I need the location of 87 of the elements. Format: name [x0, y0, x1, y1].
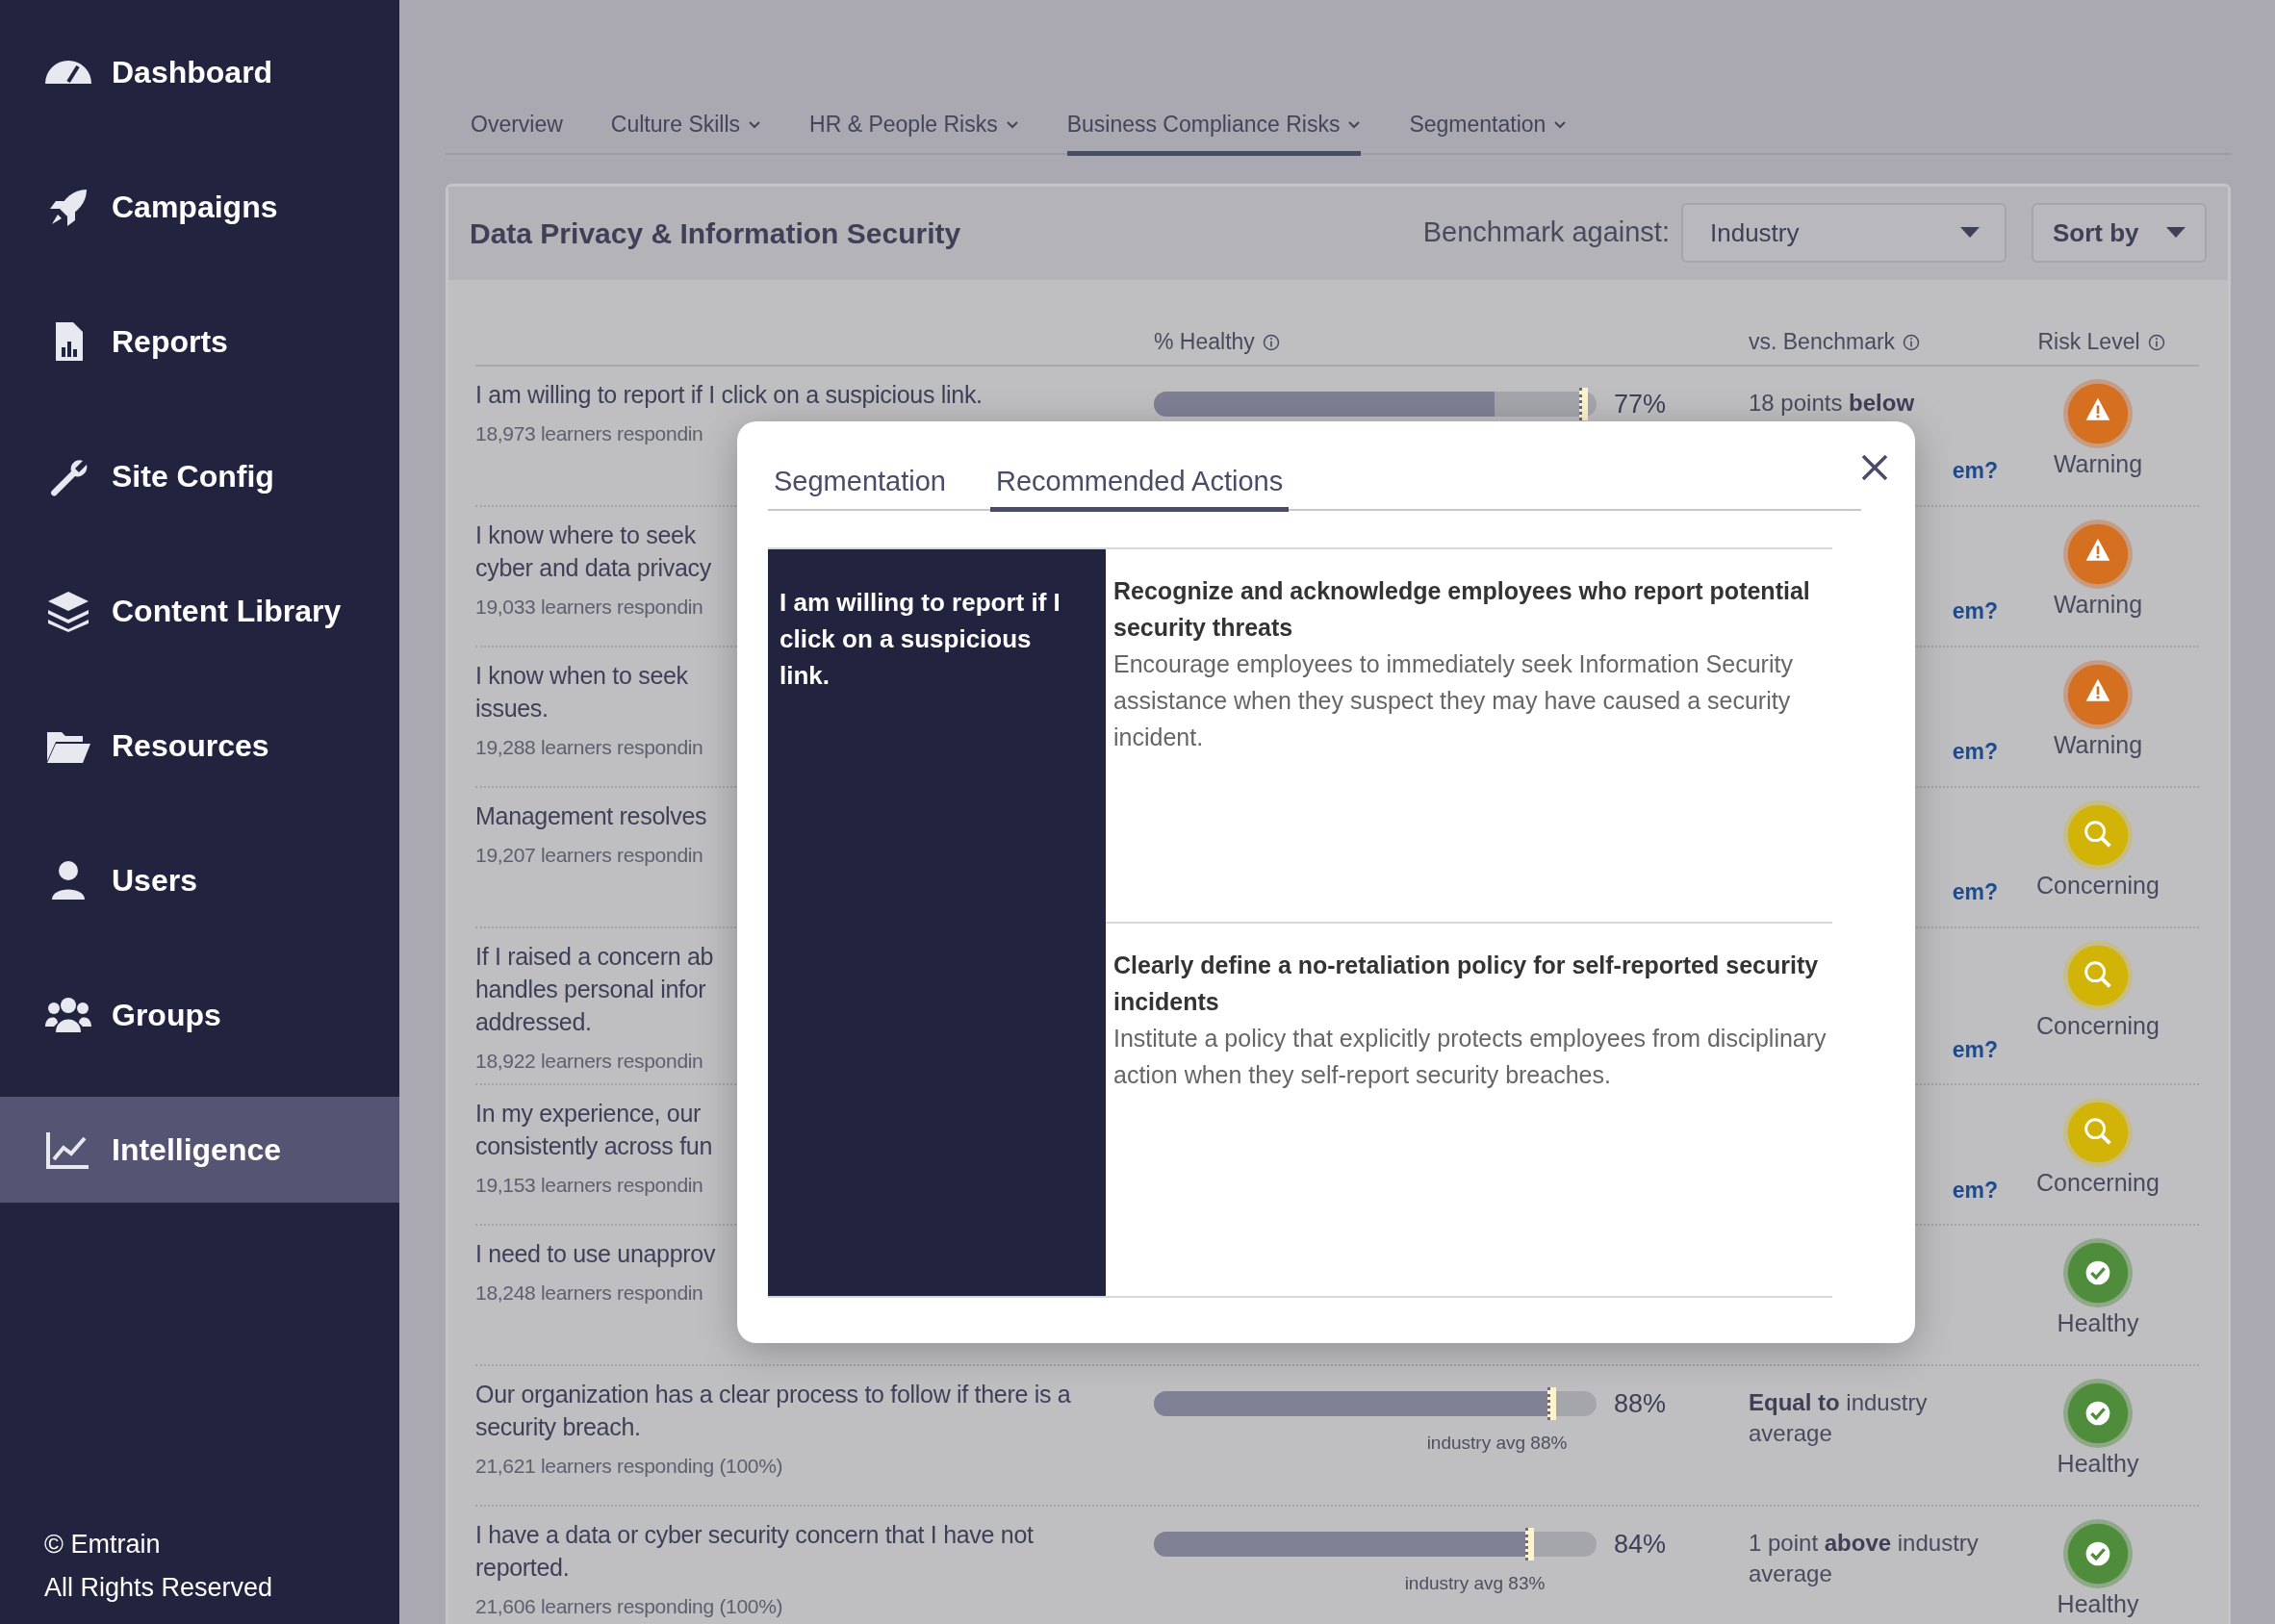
close-icon — [1860, 453, 1889, 482]
magnifier-icon — [2062, 1097, 2134, 1168]
benchmark-label: Benchmark against: — [1422, 216, 1670, 250]
problem-link[interactable]: em? — [1952, 595, 2002, 628]
statement-cell: I am willing to report if I click on a suspicious link. — [768, 548, 1106, 1296]
percent-value: 88% — [1614, 1391, 1667, 1416]
responding-count: 19,153 learners respondin — [475, 1173, 703, 1198]
question-text: I know where to seek cyber and data privacy — [475, 520, 711, 583]
warning-icon — [2062, 658, 2134, 730]
percent-value: 77% — [1614, 391, 1667, 417]
nav-tab[interactable]: Business Compliance Risks — [1066, 108, 1362, 156]
industry-average-label: industry avg 88% — [1426, 1432, 1568, 1455]
nav-tab[interactable]: Overview — [471, 108, 563, 156]
sidebar-item[interactable]: Intelligence — [0, 1097, 399, 1203]
sidebar-item[interactable]: Users — [0, 827, 399, 933]
risk-level-label: Warning — [2053, 589, 2143, 619]
responding-count: 21,621 learners responding (100%) — [475, 1454, 783, 1479]
benchmark-text: 1 point above industry average — [1749, 1529, 1980, 1588]
problem-link[interactable]: em? — [1952, 1032, 2002, 1066]
responding-count: 19,207 learners respondin — [475, 842, 703, 868]
question-text: In my experience, our consistently across fun — [475, 1099, 712, 1161]
action-title: Clearly define a no-retaliation policy for self-reported security incidents — [1113, 950, 1820, 1017]
responding-count: 18,973 learners respondin — [475, 420, 703, 446]
nav-tab[interactable]: Segmentation — [1409, 108, 1568, 156]
responding-count: 19,033 learners respondin — [475, 594, 703, 620]
industry-average-label: industry avg 83% — [1404, 1572, 1546, 1595]
action-description: Encourage employees to immediately seek Information Security assistance when they suspect they may have caused a security incident. — [1113, 648, 1794, 752]
sidebar-item[interactable]: Content Library — [0, 558, 399, 664]
benchmark-select[interactable]: Industry — [1681, 203, 2007, 263]
risk-level-label: Warning — [2053, 448, 2143, 478]
info-icon — [1262, 333, 1280, 351]
magnifier-icon — [2062, 939, 2134, 1011]
risk-level-label: Concerning — [2036, 870, 2160, 900]
info-icon — [2147, 333, 2165, 351]
risk-level-label: Concerning — [2036, 1168, 2160, 1197]
question-text: If I raised a concern ab handles personal infor addressed. — [475, 941, 714, 1037]
responding-count: 18,922 learners respondin — [475, 1048, 703, 1074]
benchmark-text: 18 points below — [1749, 388, 1916, 418]
problem-link[interactable]: em? — [1952, 454, 2002, 488]
caret-icon — [1960, 227, 1980, 239]
question-text: I have a data or cyber security concern that I have not reported. — [475, 1520, 1034, 1583]
question-text: I am willing to report if I click on a suspicious link. — [475, 379, 983, 410]
nav-tab[interactable]: HR & People Risks — [809, 108, 1019, 156]
sidebar-item[interactable]: Resources — [0, 693, 399, 799]
action-description: Institute a policy that explicitly protects employees from disciplinary action when they self-report security breaches. — [1113, 1023, 1828, 1090]
risk-level-label: Concerning — [2036, 1010, 2160, 1040]
modal-tab[interactable]: Recommended Actions — [989, 460, 1290, 512]
magnifier-icon — [2062, 799, 2134, 871]
responding-count: 19,288 learners respondin — [475, 734, 703, 760]
column-header: vs. Benchmark — [1749, 328, 1896, 357]
question-text: I need to use unapprov — [475, 1239, 716, 1269]
question-text: I know when to seek issues. — [475, 660, 688, 723]
sidebar-item[interactable]: Campaigns — [0, 154, 399, 260]
problem-link[interactable]: em? — [1952, 735, 2002, 769]
percent-value: 84% — [1614, 1532, 1667, 1557]
footer-text: © Emtrain — [43, 1529, 162, 1561]
risk-level-label: Healthy — [2057, 1449, 2139, 1478]
responding-count: 18,248 learners respondin — [475, 1281, 703, 1306]
card-title: Data Privacy & Information Security — [470, 216, 961, 251]
caret-icon — [2166, 227, 2186, 239]
problem-link[interactable]: em? — [1952, 1173, 2002, 1206]
sort-button[interactable]: Sort by — [2032, 203, 2207, 263]
risk-level-label: Warning — [2053, 729, 2143, 759]
question-text: Our organization has a clear process to follow if there is a security breach. — [475, 1380, 1071, 1442]
risk-level-label: Healthy — [2057, 1308, 2139, 1337]
modal-tab[interactable]: Segmentation — [768, 460, 952, 512]
responding-count: 21,606 learners responding (100%) — [475, 1594, 783, 1619]
warning-icon — [2062, 377, 2134, 449]
sidebar-item[interactable]: Groups — [0, 962, 399, 1068]
info-icon — [1903, 333, 1921, 351]
check-circle-icon — [2062, 1518, 2134, 1589]
risk-level-label: Healthy — [2057, 1589, 2139, 1618]
check-circle-icon — [2062, 1378, 2134, 1449]
action-title: Recognize and acknowledge employees who report potential security threats — [1113, 575, 1811, 643]
nav-tab[interactable]: Culture Skills — [610, 108, 762, 156]
check-circle-icon — [2062, 1237, 2134, 1308]
column-header: Risk Level — [2037, 328, 2140, 357]
gauge-icon — [44, 61, 92, 84]
question-text: Management resolves — [475, 800, 707, 831]
sidebar-item[interactable]: Dashboard — [0, 19, 399, 125]
column-header: % Healthy — [1154, 328, 1255, 357]
benchmark-text: Equal to industry average — [1749, 1388, 1929, 1448]
footer-text: All Rights Reserved — [43, 1572, 274, 1604]
warning-icon — [2062, 518, 2134, 590]
problem-link[interactable]: em? — [1952, 875, 2002, 909]
sidebar-item[interactable]: Reports — [0, 289, 399, 394]
sidebar-item[interactable]: Site Config — [0, 423, 399, 529]
